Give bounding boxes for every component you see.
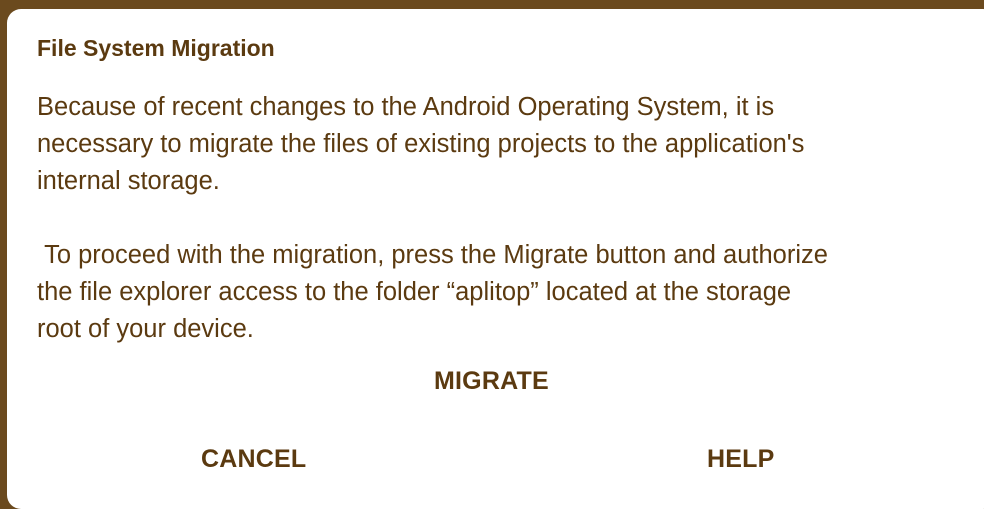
cancel-button[interactable]: CANCEL [201,445,306,474]
dialog-message: Because of recent changes to the Android… [37,93,828,343]
migration-dialog: File System Migration Because of recent … [7,9,984,509]
help-button[interactable]: HELP [707,445,774,474]
dialog-title: File System Migration [37,35,275,61]
migrate-button[interactable]: MIGRATE [434,367,549,396]
